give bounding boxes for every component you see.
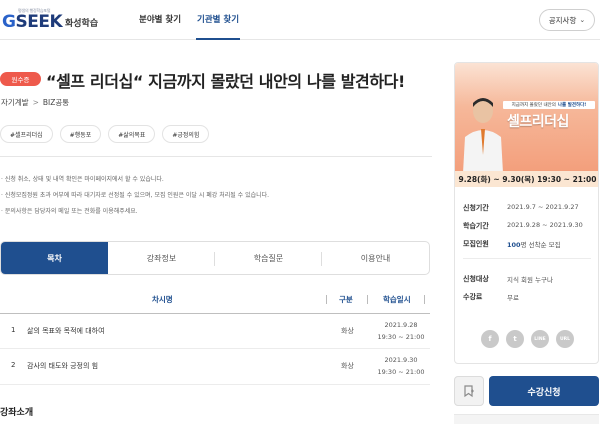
tab-guide[interactable]: 이용안내 [322, 242, 429, 274]
info-value: 2021.9.28 ~ 2021.9.30 [507, 221, 583, 229]
table-row: 1 삶의 목표와 목적에 대하여 화상 2021.9.28 19:30 ~ 21… [0, 314, 430, 350]
info-label: 학습기간 [463, 222, 489, 230]
info-label: 신청기간 [463, 204, 489, 212]
breadcrumb-separator: > [32, 98, 39, 107]
logo-subtitle: 화성학습 [65, 19, 99, 29]
info-label: 모집인원 [463, 240, 489, 248]
info-label: 신청대상 [463, 275, 489, 283]
divider [463, 258, 591, 259]
enroll-button[interactable]: 수강신청 [489, 376, 599, 406]
info-value: 지식 회원 누구나 [507, 276, 553, 284]
breadcrumb-item[interactable]: 자기계발 [1, 98, 29, 107]
info-value: 무료 [507, 294, 519, 302]
notice-button[interactable]: 공지사항 ⌄ [539, 9, 595, 31]
row-number: 2 [11, 361, 16, 369]
row-title: 감사의 태도와 긍정의 힘 [27, 362, 99, 370]
facebook-icon[interactable]: f [481, 330, 499, 348]
notice-label: 공지사항 [548, 15, 577, 25]
bookmark-button[interactable] [454, 376, 484, 406]
info-value: 100명 선착순 모집 [507, 241, 561, 249]
instructor-photo [463, 98, 503, 171]
column-divider [326, 295, 327, 304]
tab-contents[interactable]: 목차 [1, 242, 108, 274]
course-title: “셀프 리더십“ 지금까지 몰랐던 내안의 나를 발견하다! [46, 72, 405, 91]
row-divider [0, 384, 430, 385]
site-header: 평생의 행정학습포털 GSEEK 화성학습 분야별 찾기 기관별 찾기 공지사항… [0, 0, 600, 40]
tab-course-info[interactable]: 강좌정보 [108, 242, 215, 274]
row-title: 삶의 목표와 목적에 대하여 [27, 327, 105, 335]
notice-item: · 신청 취소, 상태 및 내역 확인은 마이페이지에서 할 수 있습니다. [1, 176, 164, 183]
url-icon[interactable]: URL [556, 330, 574, 348]
nav-by-field[interactable]: 분야별 찾기 [139, 13, 181, 25]
notice-item: · 신청모집정원 초과 여부에 따라 대기자로 선정될 수 있으며, 모집 인원… [1, 192, 270, 199]
info-capacity: 모집인원 100명 선착순 모집 [463, 239, 593, 251]
row-type: 화상 [341, 327, 354, 335]
row-datetime: 2021.9.28 19:30 ~ 21:00 [377, 321, 425, 341]
info-label: 수강료 [463, 293, 483, 301]
tag-item[interactable]: #행동포 [59, 125, 102, 143]
course-tabs: 목차 강좌정보 학습질문 이용안내 [0, 241, 430, 275]
breadcrumb: 자기계발 > BIZ공통 [1, 97, 69, 108]
course-banner: 지금까지 몰랐던 내안의 나를 발견하다! 셀프리더십 [455, 63, 598, 171]
nav-by-institution[interactable]: 기관별 찾기 [197, 13, 239, 25]
banner-ribbon: 지금까지 몰랐던 내안의 나를 발견하다! [503, 101, 595, 109]
section-title: 강좌소개 [0, 408, 34, 418]
tag-item[interactable]: #삶의목표 [108, 125, 156, 143]
column-divider [367, 295, 368, 304]
banner-title: 셀프리더십 [507, 114, 569, 130]
tag-item[interactable]: #긍정의힘 [162, 125, 210, 143]
twitter-icon[interactable]: t [506, 330, 524, 348]
column-header-type: 구분 [339, 295, 353, 304]
divider [0, 156, 432, 157]
row-number: 1 [11, 326, 16, 334]
logo-wordmark: GSEEK [2, 12, 63, 32]
bottom-strip [454, 414, 599, 424]
row-datetime: 2021.9.30 19:30 ~ 21:00 [377, 356, 425, 376]
notice-list: · 신청 취소, 상태 및 내역 확인은 마이페이지에서 할 수 있습니다. ·… [1, 172, 431, 220]
table-row: 2 감사의 태도와 긍정의 힘 화상 2021.9.30 19:30 ~ 21:… [0, 349, 430, 385]
gseek-logo[interactable]: 평생의 행정학습포털 GSEEK 화성학습 [2, 8, 122, 32]
chevron-down-icon: ⌄ [579, 16, 586, 24]
column-header-session: 차시명 [152, 295, 173, 304]
notice-item: · 문의사항은 담당자의 메일 또는 전화를 이용해주세요. [1, 208, 138, 215]
nav-active-underline [196, 38, 240, 40]
course-badge: 원수증 [0, 72, 41, 86]
info-apply-period: 신청기간 2021.9.7 ~ 2021.9.27 [463, 203, 593, 215]
tab-questions[interactable]: 학습질문 [215, 242, 322, 274]
column-divider [424, 295, 425, 304]
tag-list: #셀프리더십 #행동포 #삶의목표 #긍정의힘 [0, 125, 210, 143]
course-schedule-bar: 9.28(화) ~ 9.30(목) 19:30 ~ 21:00 [455, 171, 598, 187]
breadcrumb-item[interactable]: BIZ공통 [43, 98, 69, 107]
tag-item[interactable]: #셀프리더십 [0, 125, 53, 143]
info-study-period: 학습기간 2021.9.28 ~ 2021.9.30 [463, 221, 593, 233]
info-value: 2021.9.7 ~ 2021.9.27 [507, 203, 579, 211]
info-target: 신청대상 지식 회원 누구나 [463, 274, 593, 286]
table-header: 차시명 구분 학습일시 [0, 290, 430, 310]
column-header-date: 학습일시 [383, 295, 411, 304]
info-fee: 수강료 무료 [463, 292, 593, 304]
line-icon[interactable]: LINE [531, 330, 549, 348]
course-summary-card: 지금까지 몰랐던 내안의 나를 발견하다! 셀프리더십 9.28(화) ~ 9.3… [454, 62, 599, 364]
bookmark-icon [464, 385, 474, 398]
row-type: 화상 [341, 362, 354, 370]
